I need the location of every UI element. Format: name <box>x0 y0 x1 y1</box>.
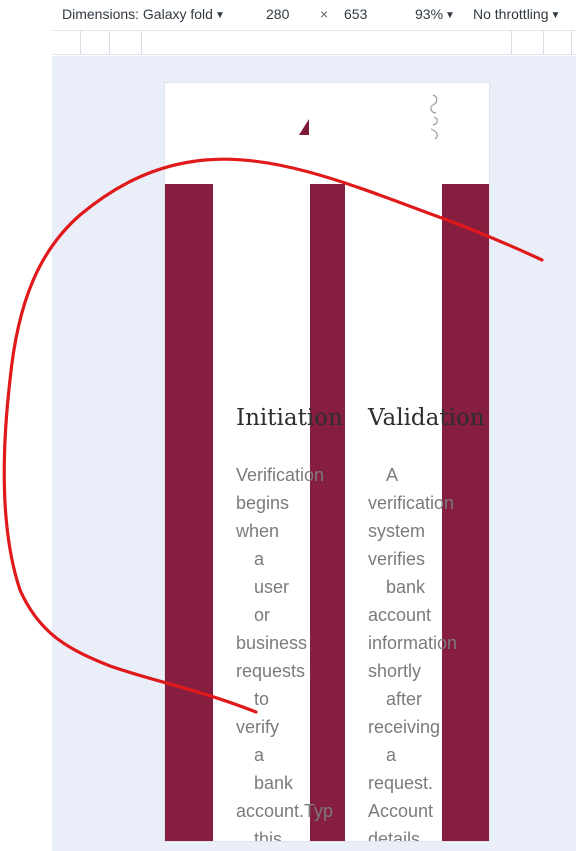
card-body: Verification begins when a user or business req… <box>236 461 346 842</box>
card-body-line: Verification <box>236 465 325 485</box>
dimensions-label: Dimensions: Galaxy fold <box>62 6 213 22</box>
card-title: Initiation <box>236 405 343 431</box>
zoom-dropdown[interactable]: 93% ▼ <box>415 6 455 22</box>
zoom-label: 93% <box>415 6 444 22</box>
card-body-line: Account <box>368 801 434 821</box>
card-body-line: verifies <box>368 549 426 569</box>
throttling-dropdown[interactable]: No throttling ▼ <box>473 6 560 22</box>
card-body-line: receiving <box>368 717 441 737</box>
throttling-label: No throttling <box>473 6 549 22</box>
card-body-line: a <box>386 745 397 765</box>
card-body-line: when <box>236 521 280 541</box>
doodle-icon <box>430 94 438 140</box>
site-header <box>165 83 489 184</box>
accent-column <box>165 184 213 841</box>
card-body-line: to <box>254 689 270 709</box>
card-body-line: details <box>368 829 421 842</box>
device-toolbar: Dimensions: Galaxy fold ▼ 280 × 653 93% ▼ … <box>52 0 576 31</box>
card-body-line: this <box>254 829 283 842</box>
card-body-line: information <box>368 633 458 653</box>
caret-down-icon: ▼ <box>550 10 561 21</box>
card-body-line: shortly <box>368 661 422 681</box>
card-body-line: or <box>254 605 271 625</box>
card-body-line: a <box>254 549 265 569</box>
triangle-logo-icon[interactable] <box>299 119 309 135</box>
card-body-line: account.Typ <box>236 801 334 821</box>
height-input[interactable]: 653 <box>344 6 367 22</box>
card-body-line: business <box>236 633 308 653</box>
width-input[interactable]: 280 <box>266 6 289 22</box>
card-title: Validation <box>368 405 485 431</box>
card-body-line: user <box>254 577 290 597</box>
card-body-line: a <box>254 745 265 765</box>
dimensions-dropdown[interactable]: Dimensions: Galaxy fold ▼ <box>62 6 225 22</box>
card-body-line: A <box>386 465 399 485</box>
device-viewport: Initiation Verification begins when a user or… <box>164 82 490 842</box>
card-body: Averification system verifies bank account in… <box>368 461 478 842</box>
card-body-line: verify <box>236 717 280 737</box>
card-body-line: bank <box>386 577 426 597</box>
card-body-line: after <box>386 689 423 709</box>
card-body-line: requests <box>236 661 306 681</box>
card-body-line: request. <box>368 773 434 793</box>
card-body-line: begins <box>236 493 290 513</box>
times-icon: × <box>320 6 329 22</box>
card-body-line: verification <box>368 493 455 513</box>
card-body-line: account <box>368 605 432 625</box>
card-body-line: system <box>368 521 426 541</box>
card-body-line: bank <box>254 773 294 793</box>
caret-down-icon: ▼ <box>214 10 225 21</box>
media-query-ruler <box>52 31 576 55</box>
caret-down-icon: ▼ <box>445 10 455 21</box>
